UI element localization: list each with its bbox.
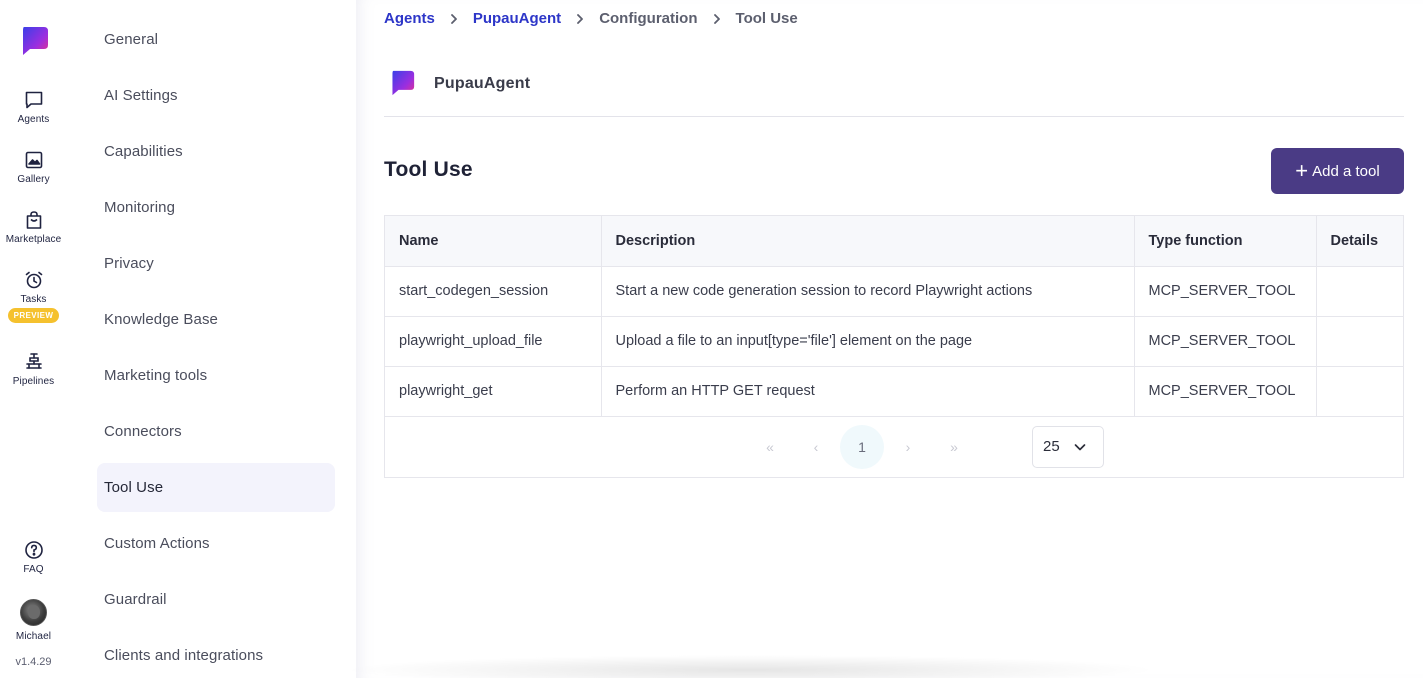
plus-icon: + [1295,158,1309,183]
breadcrumb-agent[interactable]: PupauAgent [473,10,561,27]
table-header-row: Name Description Type function Details [385,216,1403,267]
rail-item-pipelines[interactable]: Pipelines [0,352,67,387]
cell-type-function: MCP_SERVER_TOOL [1134,266,1317,317]
page-size-select[interactable]: 25 [1032,425,1104,468]
cell-name: start_codegen_session [385,266,602,317]
tools-table: Name Description Type function Details s… [384,215,1404,478]
menu-item-guardrail[interactable]: Guardrail [97,575,335,624]
table-row[interactable]: start_codegen_session Start a new code g… [385,266,1403,317]
agent-header: PupauAgent [384,66,1404,117]
rail-label: Marketplace [5,234,62,245]
pagination: « ‹ 1 › » 25 [385,416,1403,477]
menu-item-ai-settings[interactable]: AI Settings [97,71,335,120]
image-icon [25,151,42,169]
breadcrumb: Agents PupauAgent Configuration Tool Use [384,10,798,27]
page-number-current[interactable]: 1 [840,424,884,469]
cell-description: Start a new code generation session to r… [601,266,1135,317]
cell-description: Perform an HTTP GET request [601,366,1135,417]
prev-page-button[interactable]: ‹ [794,425,838,469]
breadcrumb-agents[interactable]: Agents [384,10,435,27]
rail-label: Pipelines [12,376,55,387]
app-logo-icon[interactable] [19,26,49,56]
icon-rail: Agents Gallery Marketplace Tasks PREVIEW… [0,0,67,678]
menu-item-clients-integrations[interactable]: Clients and integrations [97,631,335,678]
chevron-right-icon [712,13,722,24]
pipeline-icon [25,353,42,369]
next-page-button[interactable]: › [886,425,930,469]
chevron-right-icon [575,13,585,24]
menu-item-general[interactable]: General [97,15,335,64]
page-size-value: 25 [1043,438,1060,455]
rail-label: Gallery [17,174,50,185]
cell-type-function: MCP_SERVER_TOOL [1134,366,1317,417]
page-title: Tool Use [384,158,473,181]
breadcrumb-configuration[interactable]: Configuration [599,10,697,27]
rail-label: FAQ [23,564,44,575]
alarm-clock-icon [25,271,42,289]
breadcrumb-current: Tool Use [735,10,798,27]
rail-item-faq[interactable]: FAQ [0,540,67,575]
menu-item-custom-actions[interactable]: Custom Actions [97,519,335,568]
preview-badge: PREVIEW [7,308,60,323]
avatar [20,599,47,626]
table-row[interactable]: playwright_upload_file Upload a file to … [385,316,1403,367]
add-tool-button[interactable]: + Add a tool [1271,148,1404,194]
menu-item-marketing-tools[interactable]: Marketing tools [97,351,335,400]
menu-item-connectors[interactable]: Connectors [97,407,335,456]
app-version: v1.4.29 [15,656,52,668]
cell-name: playwright_get [385,366,602,417]
menu-item-privacy[interactable]: Privacy [97,239,335,288]
chevron-down-icon [1074,441,1086,453]
table-row[interactable]: playwright_get Perform an HTTP GET reque… [385,366,1403,417]
rail-item-gallery[interactable]: Gallery [0,150,67,185]
user-name: Michael [15,631,52,642]
column-header-type-function[interactable]: Type function [1134,216,1317,267]
menu-item-monitoring[interactable]: Monitoring [97,183,335,232]
cell-type-function: MCP_SERVER_TOOL [1134,316,1317,367]
shopping-bag-icon [26,211,41,229]
rail-item-user[interactable]: Michael [0,599,67,642]
column-header-details[interactable]: Details [1316,216,1403,267]
agent-logo-icon [392,70,415,96]
cell-description: Upload a file to an input[type='file'] e… [601,316,1135,367]
help-circle-icon [24,541,43,559]
menu-item-tool-use[interactable]: Tool Use [97,463,335,512]
rail-item-tasks[interactable]: Tasks PREVIEW [0,270,67,323]
chevron-right-icon [449,13,459,24]
menu-item-capabilities[interactable]: Capabilities [97,127,335,176]
settings-menu: General AI Settings Capabilities Monitor… [67,0,356,678]
cell-details[interactable] [1316,366,1403,417]
first-page-button[interactable]: « [748,425,792,469]
menu-item-knowledge-base[interactable]: Knowledge Base [97,295,335,344]
add-tool-label: Add a tool [1312,162,1380,180]
rail-label: Tasks [20,294,47,305]
column-header-description[interactable]: Description [601,216,1135,267]
rail-item-agents[interactable]: Agents [0,90,67,125]
chat-bubble-icon [25,91,42,109]
cell-details[interactable] [1316,316,1403,367]
cell-details[interactable] [1316,266,1403,317]
rail-label: Agents [17,114,50,125]
last-page-button[interactable]: » [932,425,976,469]
cell-name: playwright_upload_file [385,316,602,367]
column-header-name[interactable]: Name [385,216,602,267]
rail-item-marketplace[interactable]: Marketplace [0,210,67,245]
agent-name: PupauAgent [434,75,531,92]
